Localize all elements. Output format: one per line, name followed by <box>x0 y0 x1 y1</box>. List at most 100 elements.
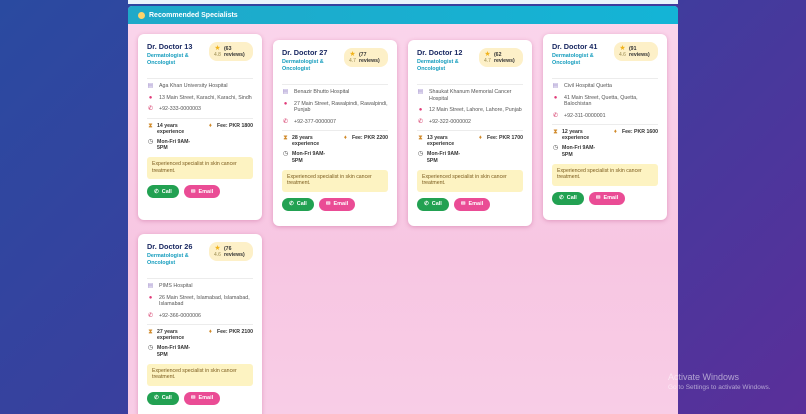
review-count: (76 reviews) <box>223 245 245 258</box>
fee: ♦ Fee: PKR 1700 <box>477 135 523 147</box>
location-pin-icon: ● <box>283 100 288 107</box>
schedule-text: Mon-Fri 9AM-5PM <box>292 151 326 164</box>
phone-number: +92-377-0000007 <box>294 118 336 125</box>
call-button[interactable]: ✆ Call <box>417 197 449 211</box>
fee-text: Fee: PKR 1700 <box>486 135 523 141</box>
email-button[interactable]: ✉ Email <box>184 391 220 405</box>
hospital-icon: ▤ <box>147 283 154 289</box>
phone-icon: ✆ <box>289 201 294 208</box>
envelope-icon: ✉ <box>460 201 466 208</box>
top-strip <box>128 0 678 4</box>
experience-text: 12 years experience <box>562 129 590 142</box>
clock-icon: ◷ <box>147 345 154 352</box>
email-button[interactable]: ✉ Email <box>319 197 355 211</box>
experience: ⧗ 13 years experience <box>417 135 469 147</box>
description-box: Experienced specialist in skin cancer tr… <box>147 363 253 386</box>
divider <box>147 78 253 79</box>
experience: ⧗ 14 years experience <box>147 123 199 135</box>
call-label: Call <box>566 195 577 202</box>
call-label: Call <box>161 188 172 195</box>
doctor-specialty: Dermatologist & Oncologist <box>282 59 324 72</box>
schedule-text: Mon-Fri 9AM-5PM <box>427 151 461 164</box>
money-bag-icon: ♦ <box>208 329 212 335</box>
hospital-icon: ▤ <box>417 89 424 95</box>
call-button[interactable]: ✆ Call <box>552 191 584 205</box>
fee-text: Fee: PKR 2100 <box>216 329 253 335</box>
phone-row: ✆ +92-322-0000002 <box>417 119 523 126</box>
location-pin-icon: ● <box>553 94 558 101</box>
card-header: Dr. Doctor 26 Dermatologist & Oncologist ★… <box>147 242 253 276</box>
hospital-icon: ▤ <box>282 89 289 95</box>
email-button[interactable]: ✉ Email <box>454 197 490 211</box>
location-pin-icon: ● <box>148 294 153 301</box>
divider <box>282 84 388 85</box>
address-text: 26 Main Street, Islamabad, Islamabad, Is… <box>159 294 250 308</box>
review-count: (62 reviews) <box>493 51 515 64</box>
hospital-row: ▤ Civil Hospital Quetta <box>552 83 658 90</box>
call-button[interactable]: ✆ Call <box>147 391 179 405</box>
divider <box>552 124 658 125</box>
hourglass-icon: ⧗ <box>418 135 423 141</box>
action-buttons: ✆ Call ✉ Email <box>147 185 253 199</box>
email-label: Email <box>468 201 484 208</box>
star-icon: ★ <box>214 245 221 252</box>
email-label: Email <box>603 195 619 202</box>
phone-icon: ✆ <box>147 106 154 112</box>
schedule: ◷ Mon-Fri 9AM-5PM <box>417 151 469 163</box>
meta-row: ⧗ 14 years experience ♦ Fee: PKR 1800 <box>147 123 253 135</box>
hospital-row: ▤ Aga Khan University Hospital <box>147 83 253 90</box>
fee: ♦ Fee: PKR 1600 <box>612 129 658 141</box>
phone-icon: ✆ <box>417 118 424 125</box>
doctor-specialty: Dermatologist & Oncologist <box>147 253 189 266</box>
call-label: Call <box>296 201 307 208</box>
hospital-name: Benazir Bhutto Hospital <box>294 89 350 95</box>
schedule: ◷ Mon-Fri 9AM-5PM <box>147 139 199 151</box>
schedule-text: Mon-Fri 9AM-5PM <box>562 145 596 158</box>
phone-number: +92-322-0000002 <box>429 118 471 125</box>
clock-icon: ◷ <box>417 151 424 158</box>
clock-icon: ◷ <box>147 138 154 145</box>
phone-number: +92-311-0000001 <box>564 112 606 119</box>
address-row: ● 12 Main Street, Lahore, Lahore, Punjab <box>417 107 523 114</box>
email-button[interactable]: ✉ Email <box>184 185 220 199</box>
fee-text: Fee: PKR 1800 <box>216 122 253 129</box>
doctor-specialty: Dermatologist & Oncologist <box>552 53 594 66</box>
rating-badge: ★ 4.6 (76 reviews) <box>209 242 253 261</box>
card-header: Dr. Doctor 27 Dermatologist & Oncologist ★… <box>282 48 388 82</box>
divider <box>282 130 388 131</box>
money-bag-icon: ♦ <box>613 129 617 135</box>
rating-value: 4.6 <box>214 252 221 258</box>
email-button[interactable]: ✉ Email <box>589 191 625 205</box>
money-bag-icon: ♦ <box>343 135 347 141</box>
action-buttons: ✆ Call ✉ Email <box>417 197 523 211</box>
experience: ⧗ 12 years experience <box>552 129 604 141</box>
phone-row: ✆ +92-333-0000003 <box>147 106 253 113</box>
doctor-grid: Dr. Doctor 13 Dermatologist & Oncologist ★… <box>138 34 670 414</box>
divider <box>147 278 253 279</box>
email-label: Email <box>333 201 349 208</box>
address-row: ● 41 Main Street, Quetta, Quetta, Balochi… <box>552 95 658 108</box>
doctor-icon <box>138 11 145 19</box>
doctor-name: Dr. Doctor 26 <box>147 242 193 251</box>
hospital-name: PIMS Hospital <box>159 283 193 289</box>
phone-icon: ✆ <box>424 201 429 208</box>
call-label: Call <box>161 395 172 402</box>
star-icon: ★ <box>349 51 356 58</box>
phone-icon: ✆ <box>147 312 154 319</box>
experience-text: 13 years experience <box>427 135 455 148</box>
star-icon: ★ <box>214 45 221 52</box>
phone-number: +92-333-0000003 <box>159 106 201 112</box>
phone-icon: ✆ <box>154 188 159 195</box>
hospital-name: Civil Hospital Quetta <box>564 83 612 89</box>
email-label: Email <box>198 188 214 195</box>
hospital-row: ▤ Shaukat Khanum Memorial Cancer Hospital <box>417 89 523 102</box>
call-button[interactable]: ✆ Call <box>282 197 314 211</box>
divider <box>552 78 658 79</box>
doctor-name: Dr. Doctor 27 <box>282 48 328 57</box>
phone-row: ✆ +92-377-0000007 <box>282 119 388 126</box>
rating-badge: ★ 4.8 (63 reviews) <box>209 42 253 61</box>
doctor-name: Dr. Doctor 41 <box>552 42 598 51</box>
doctor-specialty: Dermatologist & Oncologist <box>417 59 459 72</box>
call-button[interactable]: ✆ Call <box>147 185 179 199</box>
description-box: Experienced specialist in skin cancer tr… <box>552 163 658 186</box>
